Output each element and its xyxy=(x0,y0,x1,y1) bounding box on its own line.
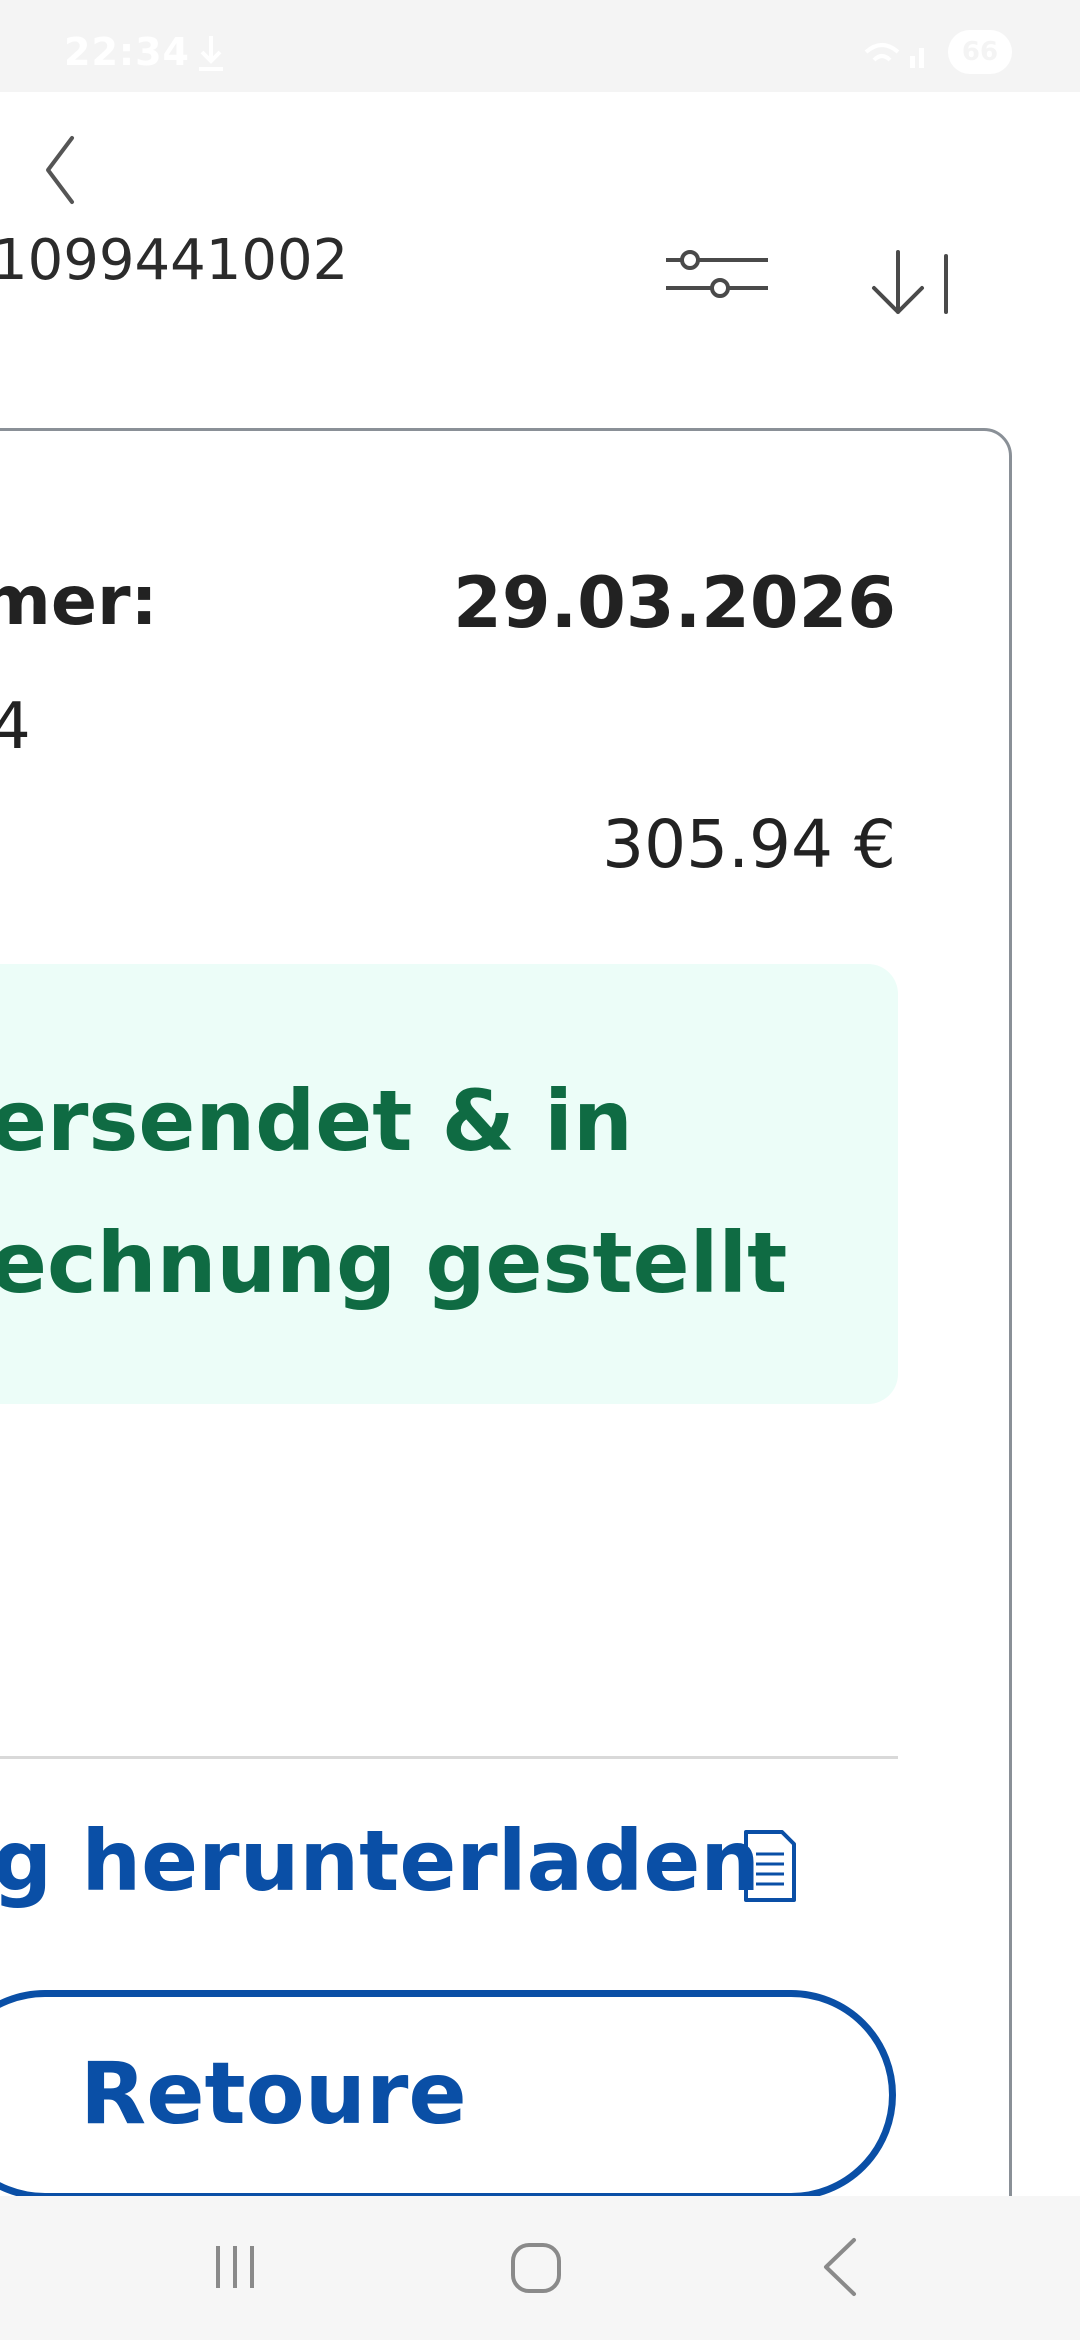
order-number: 1099441002 xyxy=(0,228,349,293)
battery-indicator: 66 xyxy=(948,30,1012,74)
nav-back-icon[interactable] xyxy=(820,2236,860,2298)
order-code: 4 xyxy=(0,690,31,764)
retoure-button-label: Retoure xyxy=(80,2044,467,2144)
order-date: 29.03.2026 xyxy=(453,562,896,644)
invoice-download-link[interactable]: g herunterladen xyxy=(0,1812,760,1910)
recent-apps-icon[interactable] xyxy=(212,2240,258,2294)
download-icon xyxy=(199,36,223,71)
order-total: 305.94 € xyxy=(602,806,896,883)
status-time: 22:34 xyxy=(64,30,190,74)
document-icon[interactable] xyxy=(742,1828,798,1904)
home-icon[interactable] xyxy=(508,2240,564,2296)
divider xyxy=(0,1756,898,1759)
sort-down-icon[interactable] xyxy=(868,248,952,318)
signal-icon xyxy=(864,43,924,68)
order-detail-screen: 22:34 66 1099441002 mer: 29.03.2026 4 30… xyxy=(0,0,1080,2340)
order-label: mer: xyxy=(0,562,158,641)
sliders-icon[interactable] xyxy=(664,246,770,302)
chevron-left-icon[interactable] xyxy=(40,130,80,210)
status-text: ersendet & in echnung gestellt xyxy=(0,1072,788,1312)
